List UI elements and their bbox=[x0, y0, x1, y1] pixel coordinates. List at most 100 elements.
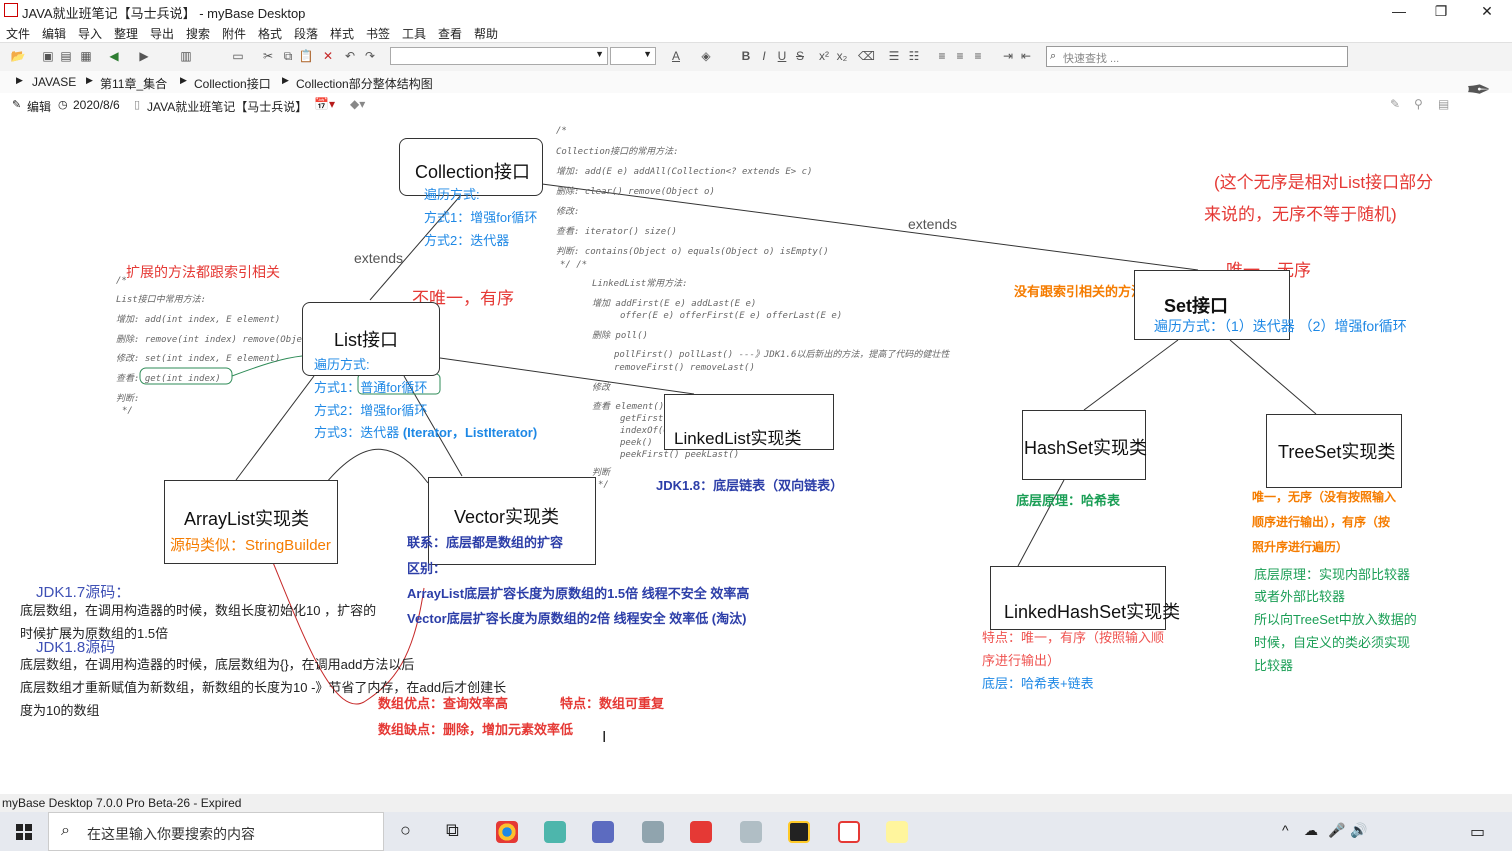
undo-icon[interactable]: ↶ bbox=[342, 48, 358, 64]
breadcrumb-item-current[interactable]: Collection部分整体结构图 bbox=[296, 75, 433, 92]
menu-format[interactable]: 格式 bbox=[258, 25, 282, 42]
start-button[interactable] bbox=[0, 812, 48, 851]
tray-chevron-icon[interactable]: ^ bbox=[1282, 822, 1289, 838]
chrome-icon[interactable] bbox=[496, 821, 518, 843]
numbered-list-icon[interactable]: ☰ bbox=[886, 48, 902, 64]
menu-view[interactable]: 查看 bbox=[438, 25, 462, 42]
feather-app-icon[interactable] bbox=[740, 821, 762, 843]
menu-export[interactable]: 导出 bbox=[150, 25, 174, 42]
vector-title: Vector实现类 bbox=[454, 507, 560, 527]
remote-desktop-icon[interactable] bbox=[642, 821, 664, 843]
minimize-button[interactable]: — bbox=[1376, 0, 1422, 22]
cloud-icon[interactable]: ☁ bbox=[1304, 822, 1318, 839]
superscript-icon[interactable]: x² bbox=[816, 48, 832, 64]
breadcrumb-separator-icon: ▶ bbox=[86, 75, 93, 85]
indent-icon[interactable]: ⇥ bbox=[1000, 48, 1016, 64]
print-icon[interactable]: ▦ bbox=[78, 48, 94, 64]
menu-tools[interactable]: 工具 bbox=[402, 25, 426, 42]
calculator-icon[interactable] bbox=[592, 821, 614, 843]
layout-icon[interactable]: ▥ bbox=[178, 48, 194, 64]
align-center-icon[interactable]: ≡ bbox=[952, 48, 968, 64]
list-methods-line: 修改: set(int index, E element) bbox=[116, 354, 281, 364]
strikethrough-icon[interactable]: S bbox=[792, 48, 808, 64]
maximize-button[interactable]: ❐ bbox=[1418, 0, 1464, 22]
attach-icon[interactable]: ⚲ bbox=[1414, 97, 1423, 111]
text-color-icon[interactable]: A bbox=[668, 48, 684, 64]
menu-organize[interactable]: 整理 bbox=[114, 25, 138, 42]
italic-icon[interactable]: I bbox=[756, 48, 772, 64]
treeset-title: TreeSet实现类 bbox=[1278, 442, 1396, 462]
search-icon: ⌕ bbox=[1050, 50, 1057, 62]
underline-icon[interactable]: U bbox=[774, 48, 790, 64]
notes-icon[interactable] bbox=[886, 821, 908, 843]
highlight-icon[interactable]: ◈ bbox=[698, 48, 714, 64]
collection-iterate-1: 方式1：增强for循环 bbox=[424, 210, 538, 225]
panel-icon[interactable]: ▤ bbox=[1438, 97, 1449, 111]
close-button[interactable]: ✕ bbox=[1464, 0, 1510, 22]
bold-icon[interactable]: B bbox=[738, 48, 754, 64]
label-icon[interactable]: ◆▾ bbox=[350, 97, 365, 111]
treeset-principle: 底层原理：实现内部比较器 bbox=[1254, 567, 1411, 582]
align-left-icon[interactable]: ≡ bbox=[934, 48, 950, 64]
back-icon[interactable]: ◀ bbox=[106, 48, 122, 64]
intellij-icon[interactable] bbox=[788, 821, 810, 843]
volume-icon[interactable]: 🔊 bbox=[1350, 822, 1367, 839]
arraylist-expand-note: ArrayList底层扩容长度为原数组的1.5倍 线程不安全 效率高 bbox=[407, 586, 750, 601]
edit-label[interactable]: 编辑 bbox=[27, 98, 51, 115]
font-size-select[interactable]: ▼ bbox=[610, 47, 656, 65]
notification-icon[interactable]: ▭ bbox=[1470, 822, 1485, 842]
open-icon[interactable]: 📂 bbox=[10, 48, 26, 64]
breadcrumb-item[interactable]: JAVASE bbox=[32, 75, 76, 89]
font-family-select[interactable]: ▼ bbox=[390, 47, 608, 65]
menu-file[interactable]: 文件 bbox=[6, 25, 30, 42]
menu-bar: 文件 编辑 导入 整理 导出 搜索 附件 格式 段落 样式 书签 工具 查看 帮… bbox=[0, 22, 1512, 42]
save-all-icon[interactable]: ▤ bbox=[58, 48, 74, 64]
bullet-list-icon[interactable]: ☷ bbox=[906, 48, 922, 64]
align-right-icon[interactable]: ≡ bbox=[970, 48, 986, 64]
menu-help[interactable]: 帮助 bbox=[474, 25, 498, 42]
quick-search-input[interactable]: ⌕ 快速查找 ... bbox=[1046, 46, 1348, 67]
menu-edit[interactable]: 编辑 bbox=[42, 25, 66, 42]
copy-icon[interactable]: ⧉ bbox=[280, 48, 296, 64]
extends-label-list: extends bbox=[354, 250, 404, 266]
forward-icon[interactable]: ▶ bbox=[136, 48, 152, 64]
cut-icon[interactable]: ✂ bbox=[260, 48, 276, 64]
menu-attachment[interactable]: 附件 bbox=[222, 25, 246, 42]
sync-app-icon[interactable] bbox=[544, 821, 566, 843]
menu-style[interactable]: 样式 bbox=[330, 25, 354, 42]
menu-import[interactable]: 导入 bbox=[78, 25, 102, 42]
menu-paragraph[interactable]: 段落 bbox=[294, 25, 318, 42]
mybase-icon[interactable] bbox=[838, 821, 860, 843]
window-icon[interactable]: ▭ bbox=[230, 48, 246, 64]
cortana-icon[interactable]: ○ bbox=[400, 820, 411, 841]
clear-format-icon[interactable]: ⌫ bbox=[858, 48, 875, 64]
breadcrumb-item[interactable]: Collection接口 bbox=[194, 75, 271, 92]
task-view-icon[interactable]: ⧉ bbox=[446, 820, 459, 841]
list-index-note: 扩展的方法都跟索引相关 bbox=[126, 264, 280, 280]
linkedlist-methods-line: pollFirst() pollLast() ---》JDK1.6以后新出的方法… bbox=[614, 350, 950, 360]
save-icon[interactable]: ▣ bbox=[40, 48, 56, 64]
treeset-feature: 顺序进行输出），有序（按 bbox=[1252, 515, 1391, 529]
edit-note-icon[interactable]: ✎ bbox=[1390, 97, 1400, 111]
redo-icon[interactable]: ↷ bbox=[362, 48, 378, 64]
arraylist-title: ArrayList实现类 bbox=[184, 509, 310, 529]
subscript-icon[interactable]: x₂ bbox=[834, 48, 850, 64]
paste-icon[interactable]: 📋 bbox=[298, 48, 314, 64]
delete-icon[interactable]: ✕ bbox=[320, 48, 336, 64]
outdent-icon[interactable]: ⇤ bbox=[1018, 48, 1034, 64]
list-methods-line: */ bbox=[122, 406, 133, 416]
quick-search-placeholder: 快速查找 ... bbox=[1063, 53, 1120, 65]
menu-search[interactable]: 搜索 bbox=[186, 25, 210, 42]
note-content[interactable]: Collection接口 遍历方式: 方式1：增强for循环 方式2：迭代器 /… bbox=[4, 118, 1512, 790]
list-methods-line: 查看: get(int index) bbox=[116, 374, 221, 384]
taskbar-search-input[interactable]: ⌕ 在这里输入你要搜索的内容 bbox=[48, 812, 384, 851]
list-title: List接口 bbox=[334, 330, 399, 350]
microphone-icon[interactable]: 🎤 bbox=[1328, 822, 1345, 839]
windows-icon bbox=[16, 824, 32, 840]
breadcrumb-item[interactable]: 第11章_集合 bbox=[100, 75, 167, 92]
taskbar-search-placeholder: 在这里输入你要搜索的内容 bbox=[87, 826, 255, 842]
menu-bookmark[interactable]: 书签 bbox=[366, 25, 390, 42]
linkedlist-methods-line: 删除 poll() bbox=[592, 331, 648, 341]
calendar-icon[interactable]: 📅▾ bbox=[314, 97, 335, 111]
youdao-icon[interactable] bbox=[690, 821, 712, 843]
